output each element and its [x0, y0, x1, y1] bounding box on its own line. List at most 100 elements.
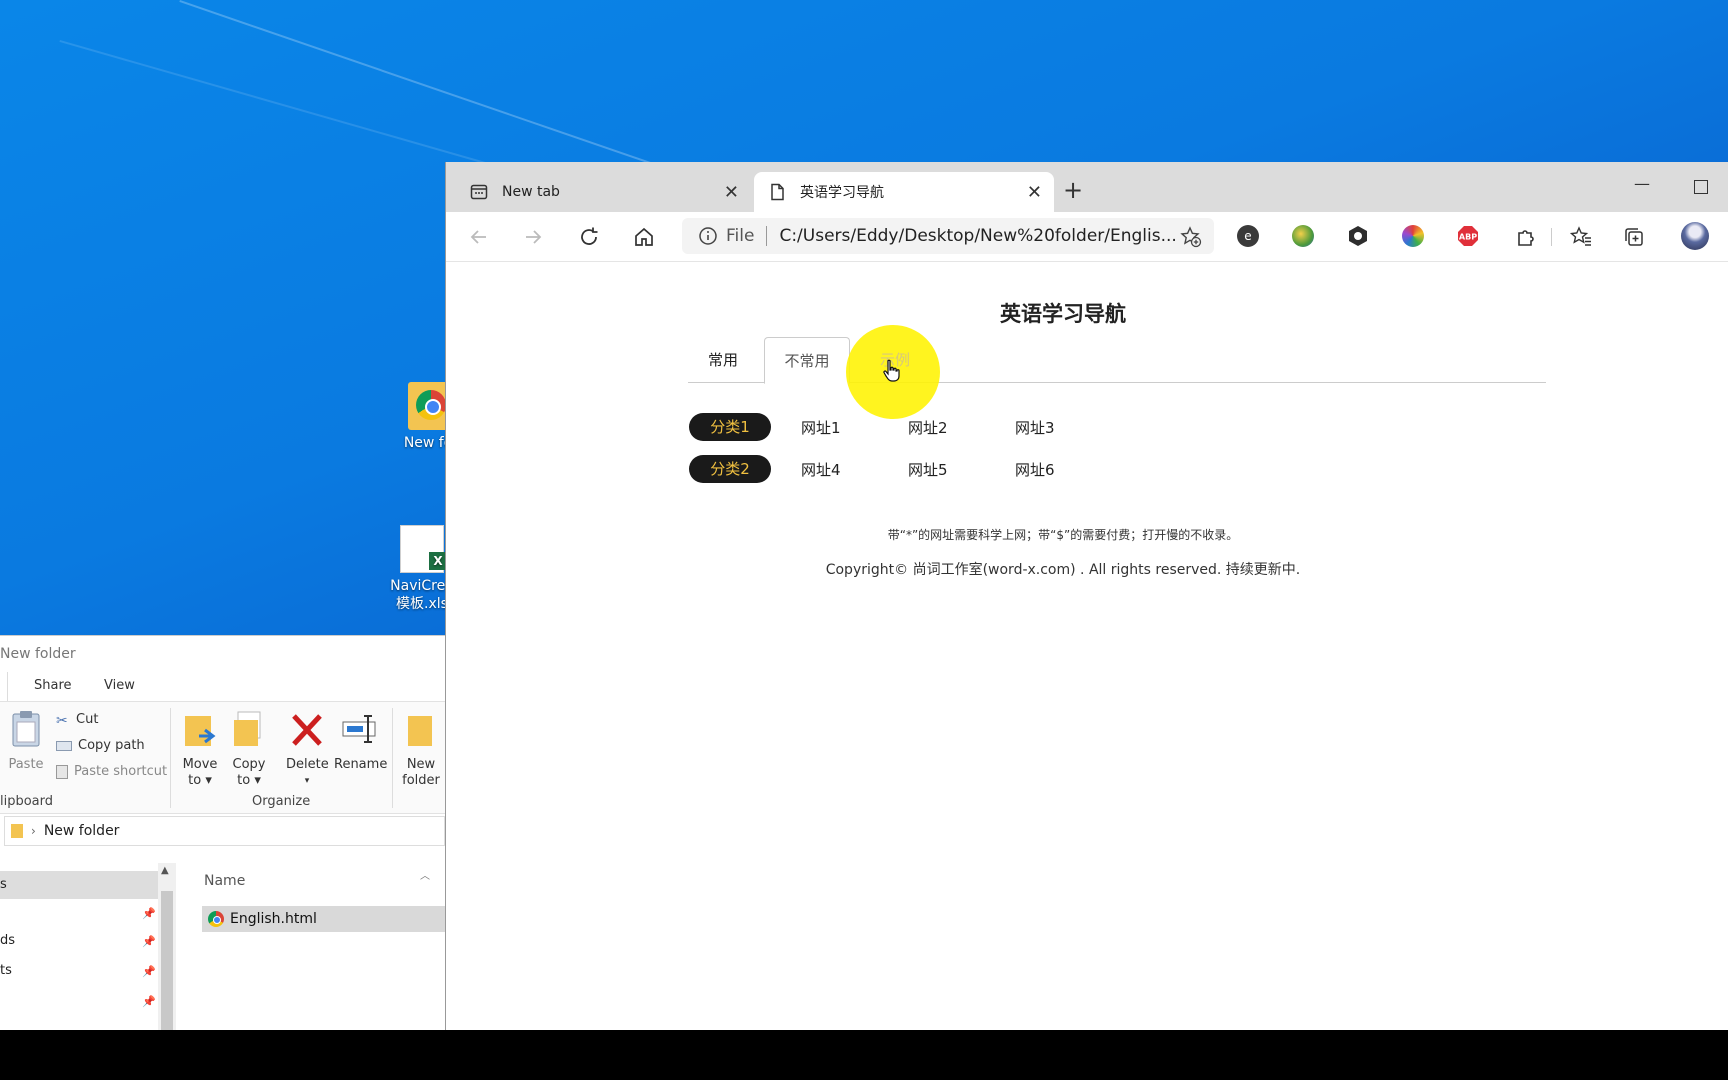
ribbon-divider	[170, 708, 171, 808]
paste-shortcut-icon	[56, 764, 68, 779]
column-header-name[interactable]: Name	[204, 873, 245, 889]
scissors-icon: ✂	[56, 712, 68, 729]
paste-button[interactable]: Paste	[8, 710, 44, 773]
copy-to-label: Copy to ▾	[232, 757, 266, 788]
copyright-text: Copyright© 尚词工作室(word-x.com) . All right…	[825, 562, 1301, 578]
add-favorite-icon[interactable]	[1180, 226, 1202, 253]
paste-label: Paste	[8, 757, 44, 772]
explorer-ribbon-tabs: Share View	[0, 672, 445, 702]
category-row: 分类1 网址1 网址2 网址3	[689, 413, 1092, 441]
scrollbar-thumb[interactable]	[161, 891, 173, 1030]
new-folder-icon	[408, 716, 432, 746]
address-bar[interactable]: File C:/Users/Eddy/Desktop/New%20folder/…	[682, 218, 1214, 254]
address-protocol: File	[726, 226, 755, 246]
site-link[interactable]: 网址2	[878, 417, 985, 438]
category-row: 分类2 网址4 网址5 网址6	[689, 455, 1092, 483]
file-row[interactable]: English.html	[202, 906, 445, 932]
excel-file-icon	[400, 525, 447, 573]
refresh-icon[interactable]	[576, 224, 602, 250]
site-link[interactable]: 网址3	[985, 417, 1092, 438]
adblock-icon[interactable]: ABP	[1457, 225, 1479, 247]
collections-icon[interactable]	[1621, 224, 1647, 250]
extension-colorwheel-icon[interactable]	[1402, 225, 1424, 247]
rename-button[interactable]: Rename	[334, 710, 388, 773]
extension-globe-icon[interactable]	[1292, 225, 1314, 247]
delete-label: Delete	[286, 757, 329, 772]
nav-item[interactable]: ds	[0, 933, 15, 948]
back-arrow-icon[interactable]	[466, 224, 492, 250]
category-badge[interactable]: 分类1	[689, 413, 771, 441]
nav-item[interactable]: s	[0, 877, 7, 892]
copy-path-label: Copy path	[78, 738, 145, 753]
address-url: C:/Users/Eddy/Desktop/New%20folder/Engli…	[779, 226, 1177, 246]
favorites-icon[interactable]	[1568, 224, 1594, 250]
explorer-address-bar[interactable]: › New folder	[4, 816, 445, 846]
address-path: New folder	[43, 823, 120, 839]
copy-path-button[interactable]: Copy path	[56, 738, 145, 753]
browser-tabstrip: New tab ✕ 英语学习导航 ✕ + —	[446, 162, 1728, 212]
explorer-nav-pane: s 📌 ds 📌 ts 📌 📌 ▲	[0, 861, 176, 1030]
pin-icon: 📌	[142, 995, 156, 1008]
extension-hex-icon[interactable]	[1347, 225, 1369, 247]
web-page: 英语学习导航 常用 不常用 示例 分类1 网址1 网址2 网址3 分类2 网址4…	[446, 262, 1728, 1030]
chrome-icon	[208, 911, 224, 927]
browser-window: New tab ✕ 英语学习导航 ✕ + — File C:/Users/Edd…	[445, 162, 1728, 1030]
move-to-button[interactable]: Move to ▾	[180, 710, 220, 789]
browser-tab-new-tab[interactable]: New tab ✕	[456, 172, 751, 212]
category-badge[interactable]: 分类2	[689, 455, 771, 483]
nav-scrollbar[interactable]: ▲	[158, 863, 176, 1030]
toolbar-divider	[1551, 228, 1552, 246]
site-link[interactable]: 网址1	[771, 417, 878, 438]
scroll-up-icon[interactable]: ▲	[161, 865, 169, 876]
clipboard-icon	[12, 711, 40, 747]
svg-text:ABP: ABP	[1459, 233, 1477, 242]
new-folder-label: New folder	[402, 757, 440, 788]
new-folder-button[interactable]: New folder	[400, 710, 442, 789]
hand-cursor-icon	[883, 359, 900, 382]
file-explorer-window: New folder Share View Paste ✂ Cut Copy p…	[0, 635, 445, 1030]
home-icon[interactable]	[631, 224, 657, 250]
explorer-ribbon: Paste ✂ Cut Copy path Paste shortcut lip…	[0, 702, 445, 814]
explorer-file-list: ︿ Name English.html	[180, 861, 445, 1030]
site-link[interactable]: 网址4	[771, 459, 878, 480]
ribbon-tab-home-edge	[0, 672, 8, 701]
site-link[interactable]: 网址6	[985, 459, 1092, 480]
maximize-icon[interactable]	[1694, 180, 1708, 194]
category-tabs: 常用 不常用	[688, 337, 1546, 384]
browser-tab-english-nav[interactable]: 英语学习导航 ✕	[754, 172, 1054, 212]
info-icon[interactable]	[698, 226, 718, 246]
copy-path-icon	[56, 740, 72, 751]
chevron-right-icon: ›	[31, 824, 36, 838]
ribbon-tab-share[interactable]: Share	[8, 672, 78, 701]
delete-button[interactable]: Delete ▾	[286, 710, 329, 789]
nav-selected-row[interactable]	[0, 871, 158, 899]
copy-to-button[interactable]: Copy to ▾	[229, 710, 269, 789]
new-tab-plus-icon[interactable]: +	[1058, 176, 1088, 204]
page-title: 英语学习导航	[1000, 302, 1126, 326]
rename-label: Rename	[334, 757, 388, 772]
site-link[interactable]: 网址5	[878, 459, 985, 480]
close-tab-icon[interactable]: ✕	[724, 182, 739, 203]
cut-button[interactable]: ✂ Cut	[56, 712, 98, 729]
close-tab-icon[interactable]: ✕	[1027, 182, 1042, 203]
svg-text:e: e	[1244, 229, 1251, 243]
ribbon-divider	[392, 708, 393, 808]
organize-group-label: Organize	[252, 794, 311, 809]
forward-arrow-icon[interactable]	[520, 224, 546, 250]
nav-item[interactable]: ts	[0, 963, 12, 978]
tab-label: 英语学习导航	[800, 185, 884, 201]
tab-uncommon[interactable]: 不常用	[764, 337, 850, 384]
extension-e-icon[interactable]: e	[1237, 225, 1259, 247]
tab-common[interactable]: 常用	[688, 337, 758, 383]
ribbon-tab-view[interactable]: View	[78, 672, 148, 701]
minimize-icon[interactable]: —	[1634, 174, 1650, 193]
pin-icon: 📌	[142, 935, 156, 948]
extensions-puzzle-icon[interactable]	[1513, 224, 1539, 250]
pin-icon: 📌	[142, 907, 156, 920]
move-to-label: Move to ▾	[182, 757, 218, 788]
file-name: English.html	[230, 911, 317, 927]
profile-avatar[interactable]	[1681, 222, 1709, 250]
paste-shortcut-button[interactable]: Paste shortcut	[56, 764, 167, 779]
move-to-icon	[185, 716, 216, 746]
browser-toolbar: File C:/Users/Eddy/Desktop/New%20folder/…	[446, 212, 1728, 262]
